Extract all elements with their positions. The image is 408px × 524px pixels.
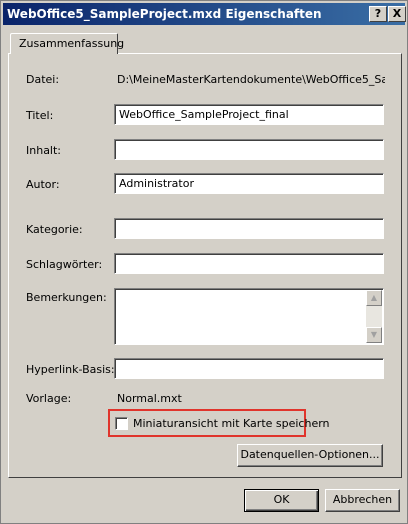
titel-field[interactable]: WebOffice_SampleProject_final: [114, 104, 384, 125]
bemerkungen-textarea[interactable]: ▲ ▼: [114, 288, 384, 345]
help-button[interactable]: ?: [369, 6, 387, 22]
hyperlink-label: Hyperlink-Basis:: [26, 363, 115, 376]
kategorie-label: Kategorie:: [26, 223, 83, 236]
vorlage-label: Vorlage:: [26, 392, 72, 405]
autor-field[interactable]: Administrator: [114, 173, 384, 194]
tab-label: Zusammenfassung: [19, 37, 125, 50]
kategorie-field[interactable]: [114, 218, 384, 239]
bemerkungen-scrollbar[interactable]: ▲ ▼: [366, 290, 382, 343]
vorlage-value: Normal.mxt: [117, 392, 182, 405]
tab-zusammenfassung[interactable]: Zusammenfassung: [10, 33, 124, 54]
datasources-options-button[interactable]: Datenquellen-Optionen...: [237, 444, 383, 467]
titel-label: Titel:: [26, 109, 54, 122]
schlagwoerter-field[interactable]: [114, 253, 384, 274]
scroll-down-icon[interactable]: ▼: [366, 327, 382, 343]
hyperlink-field[interactable]: [114, 358, 384, 379]
close-button[interactable]: X: [388, 6, 406, 22]
inhalt-field[interactable]: [114, 139, 384, 160]
ok-button[interactable]: OK: [244, 489, 319, 512]
cancel-button[interactable]: Abbrechen: [325, 489, 400, 512]
thumbnail-checkbox-label[interactable]: Miniaturansicht mit Karte speichern: [133, 417, 330, 430]
window-title: WebOffice5_SampleProject.mxd Eigenschaft…: [7, 7, 322, 21]
schlagwoerter-label: Schlagwörter:: [26, 258, 103, 271]
title-bar[interactable]: WebOffice5_SampleProject.mxd Eigenschaft…: [3, 3, 406, 25]
scroll-up-icon[interactable]: ▲: [366, 290, 382, 306]
thumbnail-checkbox[interactable]: [115, 417, 128, 430]
datei-label: Datei:: [26, 73, 60, 86]
bemerkungen-label: Bemerkungen:: [26, 291, 107, 304]
properties-dialog: WebOffice5_SampleProject.mxd Eigenschaft…: [0, 0, 408, 524]
autor-label: Autor:: [26, 178, 60, 191]
inhalt-label: Inhalt:: [26, 144, 62, 157]
datei-value: D:\MeineMasterKartendokumente\WebOffice5…: [117, 73, 385, 86]
